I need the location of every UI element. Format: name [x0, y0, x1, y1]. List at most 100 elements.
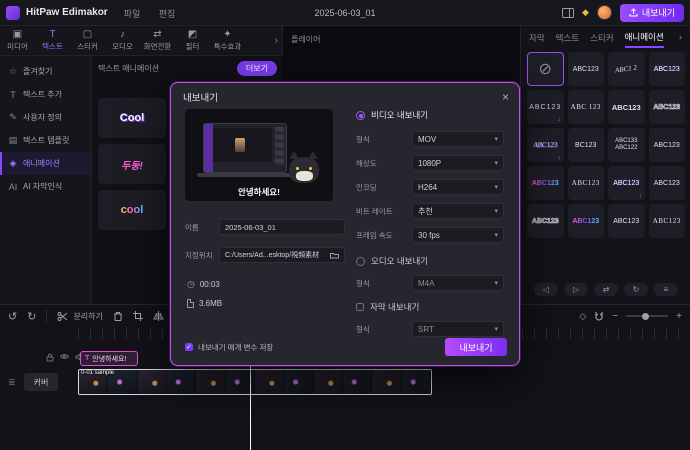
anim-preset[interactable]: ABC123	[648, 128, 685, 162]
tab-audio[interactable]: ♪ 오디오	[105, 29, 140, 52]
anim-preset[interactable]: ABC123	[648, 204, 685, 238]
anim-preset[interactable]: ABC123	[648, 166, 685, 200]
transition-icon: ⇄	[153, 29, 162, 40]
anim-in-icon[interactable]: ◁	[534, 283, 558, 296]
animation-icon: ◈	[9, 158, 17, 168]
anim-preset[interactable]: ABC123 ↓	[527, 128, 564, 162]
zoom-in-icon[interactable]: +	[676, 311, 682, 322]
anim-preset[interactable]: ABC123	[608, 90, 645, 124]
tab-animation-props[interactable]: 애니메이션	[624, 27, 664, 48]
subtitle-format-select[interactable]: SRT ▾	[412, 321, 504, 337]
undo-icon[interactable]: ↺	[8, 310, 17, 323]
encoder-select[interactable]: H264 ▾	[412, 179, 504, 195]
text-preset-card[interactable]: cool	[98, 190, 166, 230]
chevron-down-icon: ▾	[494, 326, 498, 333]
sidebar-item-text-templates[interactable]: ▤ 텍스트 템플릿	[0, 129, 91, 152]
tab-media[interactable]: ▣ 미디어	[0, 29, 35, 52]
anim-preset[interactable]: ABC123	[567, 166, 604, 200]
resolution-select[interactable]: 1080P ▾	[412, 155, 504, 171]
tab-text[interactable]: T 텍스트	[35, 29, 70, 52]
zoom-out-icon[interactable]: −	[612, 311, 618, 322]
cover-button[interactable]: 커버	[24, 373, 58, 391]
framerate-select[interactable]: 30 fps ▾	[412, 227, 504, 243]
split-label[interactable]: 분리하기	[73, 311, 102, 322]
export-button-label: 내보내기	[641, 8, 675, 18]
filmstrip-frame	[401, 370, 431, 394]
player-panel-title: 플레이어	[291, 35, 321, 44]
crop-icon[interactable]	[132, 311, 143, 321]
star-icon: ☆	[8, 66, 18, 76]
anim-loop-icon[interactable]: ↻	[624, 283, 648, 296]
export-name-input[interactable]	[219, 219, 345, 235]
anim-preset[interactable]: ABC123	[527, 204, 564, 238]
anim-preset[interactable]: ABC123	[648, 90, 685, 124]
menu-item-file[interactable]: 파일	[124, 9, 141, 19]
sidebar-item-ai-subtitle[interactable]: AI AI 자막인식	[0, 175, 91, 198]
audio-export-radio[interactable]	[356, 256, 365, 266]
anim-preset[interactable]: BC123	[567, 128, 604, 162]
anim-preset-none[interactable]: ⊘	[527, 52, 564, 86]
subtitle-export-checkbox[interactable]	[356, 303, 364, 311]
menu-item-edit[interactable]: 편집	[159, 9, 176, 19]
tab-effects[interactable]: ✦ 특수효과	[210, 29, 245, 52]
eye-icon[interactable]	[60, 353, 69, 362]
split-scissors-icon[interactable]	[57, 311, 68, 322]
library-more-button[interactable]: 더보기	[236, 61, 277, 76]
timeline-text-clip[interactable]: T 안녕하세요!	[80, 351, 138, 366]
tab-sticker[interactable]: ▢ 스티커	[70, 29, 105, 52]
sidebar-item-custom[interactable]: ✎ 사용자 정의	[0, 106, 91, 129]
download-icon: ↓	[557, 155, 561, 161]
magnet-icon[interactable]	[594, 311, 604, 321]
delete-icon[interactable]	[113, 311, 123, 322]
export-confirm-button[interactable]: 내보내기	[445, 338, 507, 356]
anim-more-icon[interactable]: ≡	[654, 283, 678, 296]
export-location-input[interactable]: C:/Users/Ad...esktop/視頻素材	[219, 247, 345, 263]
close-icon[interactable]: ×	[502, 91, 509, 103]
video-export-radio[interactable]	[356, 110, 365, 120]
export-dialog: 내보내기 × 안녕하세요! 이름 지정위치 C:/Users/Ad...eskt…	[170, 82, 520, 366]
anim-preset[interactable]: ABC123	[648, 52, 685, 86]
redo-icon[interactable]: ↻	[27, 310, 36, 323]
sidebar-item-favorites[interactable]: ☆ 즐겨찾기	[0, 60, 91, 83]
tab-subtitle[interactable]: 자막	[529, 28, 545, 47]
panel-more-chevron-icon[interactable]: ›	[679, 32, 682, 42]
tab-transition[interactable]: ⇄ 화면전환	[140, 29, 175, 52]
more-tabs-chevron-icon[interactable]: ›	[275, 35, 278, 46]
timeline-video-clip[interactable]	[78, 369, 432, 395]
anim-preset[interactable]: ABC123	[567, 204, 604, 238]
anim-preset[interactable]: ABC123 ↓	[608, 166, 645, 200]
anim-preset[interactable]: ABC123	[608, 204, 645, 238]
tab-filter[interactable]: ◩ 필터	[175, 29, 210, 52]
anim-preset[interactable]: ABC 123	[567, 90, 604, 124]
anim-preset[interactable]: ABC133 ABC122	[608, 128, 645, 162]
text-preset-card[interactable]: Cool	[98, 98, 166, 138]
anim-both-icon[interactable]: ⇄	[594, 283, 618, 296]
tab-text-props[interactable]: 텍스트	[556, 28, 579, 47]
timeline-zoom-slider[interactable]	[626, 312, 669, 320]
menu-bar: 파일 편집	[124, 4, 190, 22]
anim-preset[interactable]: ABC123	[567, 52, 604, 86]
keyframe-icon[interactable]: ◇	[579, 311, 586, 322]
format-select[interactable]: MOV ▾	[412, 131, 504, 147]
anim-preset[interactable]: ABC123 ↓	[527, 90, 564, 124]
export-button-top[interactable]: 내보내기	[619, 3, 684, 22]
sidebar-item-animation[interactable]: ◈ 애니메이션	[0, 152, 91, 175]
mirror-icon[interactable]	[153, 311, 164, 321]
folder-icon[interactable]	[330, 252, 339, 259]
avatar[interactable]	[596, 5, 612, 20]
lock-icon[interactable]	[46, 353, 54, 362]
zoom-slider-knob[interactable]	[642, 312, 650, 320]
anim-out-icon[interactable]: ▷	[564, 283, 588, 296]
anim-preset[interactable]: ABC1 2	[608, 52, 645, 86]
location-label: 지정위치	[185, 250, 213, 260]
text-preset-card[interactable]: 두둥!	[98, 144, 166, 184]
save-params-checkbox[interactable]: ✓	[185, 343, 193, 351]
anim-preset[interactable]: ABC123	[527, 166, 564, 200]
vip-icon[interactable]: ◆	[582, 7, 589, 18]
bitrate-select[interactable]: 추천 ▾	[412, 203, 504, 219]
layout-icon[interactable]	[561, 7, 574, 18]
track-options-icon[interactable]: ≣	[8, 377, 16, 388]
audio-format-select[interactable]: M4A ▾	[412, 275, 504, 291]
sidebar-item-add-text[interactable]: T 텍스트 추가	[0, 83, 91, 106]
tab-sticker-props[interactable]: 스티커	[590, 28, 613, 47]
